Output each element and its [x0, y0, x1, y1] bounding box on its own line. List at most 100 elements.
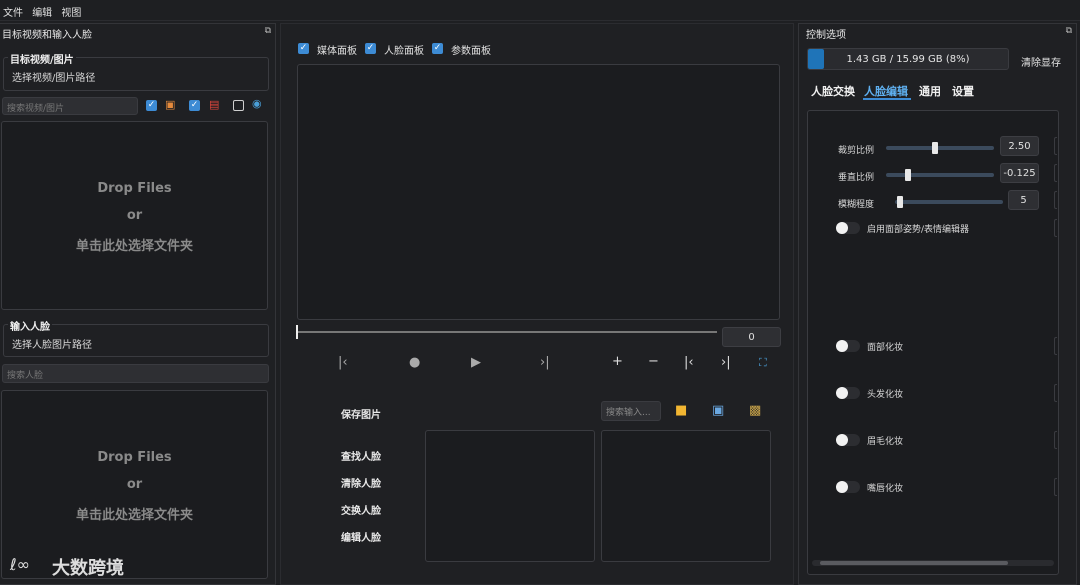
right-dock-title: 控制选项: [806, 30, 846, 41]
video-preview[interactable]: [297, 64, 780, 320]
tab-face-swap[interactable]: 人脸交换: [811, 83, 855, 99]
menu-bar: 文件 编辑 视图: [0, 0, 1080, 21]
find-faces-button[interactable]: 查找人脸: [341, 448, 381, 463]
jump-start-icon[interactable]: |‹: [684, 355, 694, 370]
clear-vram-button[interactable]: 清除显存: [1021, 54, 1061, 69]
video-seek-slider[interactable]: [297, 331, 717, 333]
next-marker-icon[interactable]: ›|: [540, 355, 550, 370]
seek-handle[interactable]: [296, 325, 298, 339]
search-input-field[interactable]: 搜索输入...: [601, 401, 661, 421]
crop-scale-handle[interactable]: [932, 142, 938, 154]
input-faces-list[interactable]: [601, 430, 771, 562]
menu-edit[interactable]: 编辑: [29, 0, 55, 19]
vertical-scale-label: 垂直比例: [838, 173, 875, 183]
dock-float-icon[interactable]: ⧉: [265, 26, 271, 36]
face-edit-panel: 裁剪比例 2.50 垂直比例 -0.125 模糊程度 5 启用面部姿势/表情编辑…: [807, 110, 1059, 575]
param-panel-checkbox[interactable]: ✓: [432, 43, 443, 54]
target-media-dropzone[interactable]: Drop Files or 单击此处选择文件夹: [1, 121, 268, 310]
lip-makeup-toggle[interactable]: [836, 481, 860, 493]
brow-makeup-label: 眉毛化妆: [867, 437, 904, 447]
active-tab-underline: [863, 98, 911, 100]
menu-view[interactable]: 视图: [58, 0, 84, 19]
filter-webcam-checkbox[interactable]: [233, 100, 244, 111]
media-panel-checkbox[interactable]: ✓: [298, 43, 309, 54]
input-face-path[interactable]: 选择人脸图片路径: [12, 336, 92, 351]
edit-faces-button[interactable]: 编辑人脸: [341, 529, 381, 544]
input-face-search-input[interactable]: 搜索人脸: [2, 364, 269, 383]
lip-makeup-label: 嘴唇化妆: [867, 484, 904, 494]
vram-usage-bar: 1.43 GB / 15.99 GB (8%): [807, 48, 1009, 70]
param-panel-label: 参数面板: [451, 46, 491, 57]
row-stub: [1054, 337, 1057, 355]
face-makeup-label: 面部化妆: [867, 343, 904, 353]
fullscreen-icon[interactable]: ⛶: [759, 356, 767, 370]
face-pose-label: 启用面部姿势/表情编辑器: [867, 225, 970, 235]
image-filter-icon: ▣: [165, 98, 176, 111]
horizontal-scrollbar[interactable]: [812, 560, 1054, 566]
vertical-scale-value[interactable]: -0.125: [1000, 163, 1039, 183]
blur-amount-value[interactable]: 5: [1008, 190, 1039, 210]
row-stub: [1054, 384, 1057, 402]
drop-files-text: Drop Files: [97, 450, 172, 465]
record-icon[interactable]: ●: [409, 355, 420, 370]
crop-scale-value[interactable]: 2.50: [1000, 136, 1039, 156]
select-folder-text: 单击此处选择文件夹: [75, 508, 193, 523]
found-faces-list[interactable]: [425, 430, 595, 562]
drop-files-text: Drop Files: [97, 181, 172, 196]
hair-makeup-toggle[interactable]: [836, 387, 860, 399]
filter-videos-checkbox[interactable]: ✓: [189, 100, 200, 111]
face-panel-checkbox[interactable]: ✓: [365, 43, 376, 54]
clear-faces-button[interactable]: 清除人脸: [341, 475, 381, 490]
filter-images-checkbox[interactable]: ✓: [146, 100, 157, 111]
blur-amount-slider[interactable]: [895, 200, 1003, 204]
brow-makeup-toggle[interactable]: [836, 434, 860, 446]
save-image-button[interactable]: 保存图片: [341, 406, 381, 421]
crop-scale-label: 裁剪比例: [838, 146, 875, 156]
right-dock: 控制选项 ⧉ 1.43 GB / 15.99 GB (8%) 清除显存 人脸交换…: [798, 23, 1077, 585]
jump-end-icon[interactable]: ›|: [721, 355, 731, 370]
center-area: ✓ 媒体面板 ✓ 人脸面板 ✓ 参数面板 0 |‹ ● ▶ ›| + − |‹ …: [280, 23, 794, 585]
remove-marker-icon[interactable]: −: [648, 354, 659, 369]
row-stub: [1054, 431, 1057, 449]
face-makeup-toggle[interactable]: [836, 340, 860, 352]
hair-makeup-label: 头发化妆: [867, 390, 904, 400]
blur-amount-label: 模糊程度: [838, 200, 875, 210]
save-lock-icon[interactable]: ▩: [749, 404, 761, 417]
row-stub: [1054, 164, 1057, 182]
face-panel-label: 人脸面板: [384, 46, 424, 57]
folder-icon[interactable]: ■: [675, 404, 687, 417]
row-stub: [1054, 137, 1057, 155]
crop-scale-slider[interactable]: [886, 146, 994, 150]
target-media-group-label: 目标视频/图片: [8, 51, 76, 66]
video-filter-icon: ▤: [209, 98, 220, 111]
watermark-logo-icon: ℓ∞: [10, 555, 30, 574]
left-dock-title: 目标视频和输入人脸: [2, 30, 92, 41]
row-stub: [1054, 478, 1057, 496]
webcam-icon: ◉: [252, 97, 262, 110]
save-icon[interactable]: ▣: [712, 404, 724, 417]
target-media-search-input[interactable]: 搜索视频/图片: [2, 97, 138, 115]
blur-amount-handle[interactable]: [897, 196, 903, 208]
dock-float-icon[interactable]: ⧉: [1066, 26, 1072, 36]
row-stub: [1054, 191, 1057, 209]
vram-usage-text: 1.43 GB / 15.99 GB (8%): [846, 54, 970, 65]
target-media-path[interactable]: 选择视频/图片路径: [12, 69, 95, 84]
face-pose-toggle[interactable]: [836, 222, 860, 234]
scrollbar-thumb[interactable]: [820, 561, 1008, 565]
row-stub: [1054, 219, 1057, 237]
vertical-scale-slider[interactable]: [886, 173, 994, 177]
tab-general[interactable]: 通用: [919, 83, 941, 99]
menu-file[interactable]: 文件: [0, 0, 26, 19]
add-marker-icon[interactable]: +: [612, 354, 623, 369]
vertical-scale-handle[interactable]: [905, 169, 911, 181]
frame-number-input[interactable]: 0: [722, 327, 781, 347]
previous-marker-icon[interactable]: |‹: [338, 355, 348, 370]
swap-faces-button[interactable]: 交换人脸: [341, 502, 381, 517]
play-icon[interactable]: ▶: [471, 355, 481, 370]
tab-face-edit[interactable]: 人脸编辑: [864, 83, 908, 99]
media-panel-label: 媒体面板: [317, 46, 357, 57]
tab-settings[interactable]: 设置: [952, 83, 974, 99]
left-dock: 目标视频和输入人脸 ⧉ 目标视频/图片 选择视频/图片路径 搜索视频/图片 ✓ …: [0, 23, 276, 585]
watermark-text: 大数跨境: [52, 558, 124, 579]
input-face-group-label: 输入人脸: [8, 318, 52, 333]
